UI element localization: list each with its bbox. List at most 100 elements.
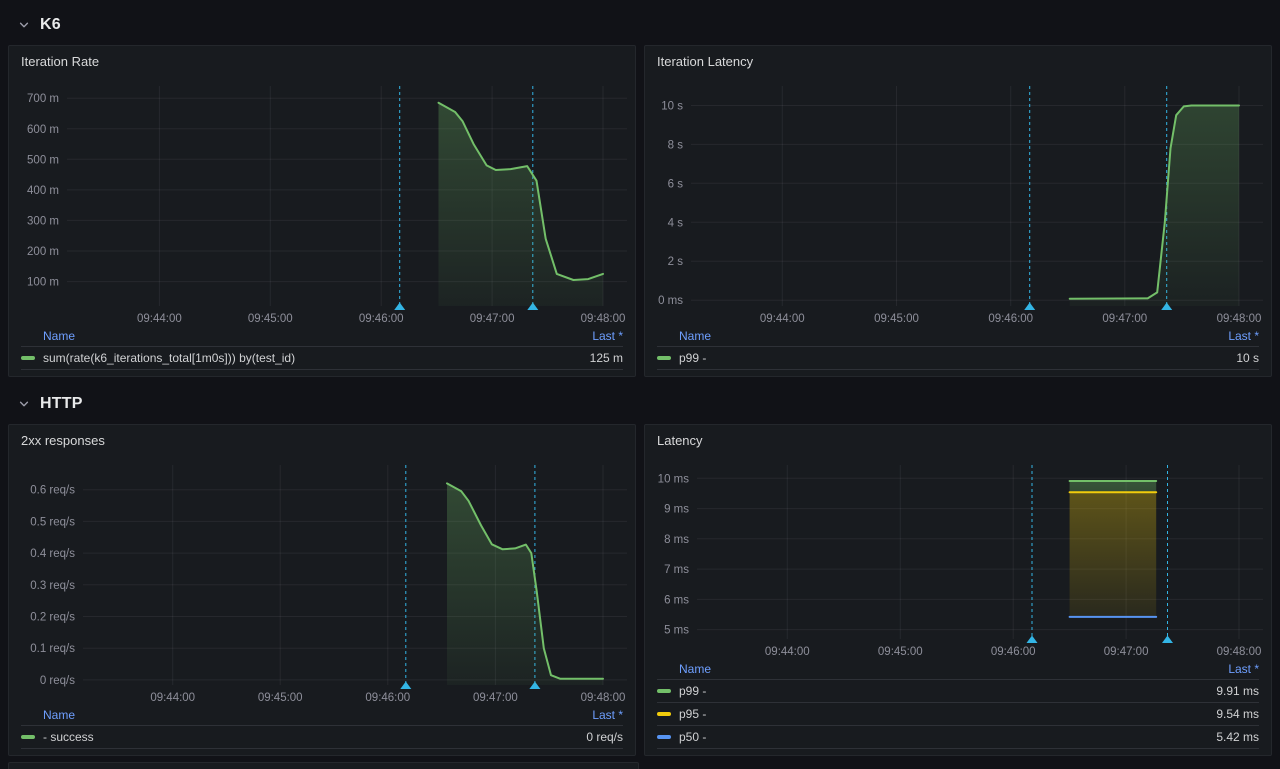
svg-text:2 s: 2 s bbox=[668, 256, 684, 268]
legend-row[interactable]: - success 0 req/s bbox=[21, 725, 623, 748]
svg-text:09:48:00: 09:48:00 bbox=[581, 313, 626, 325]
legend-name-header[interactable]: Name bbox=[43, 329, 75, 343]
series-last-value: 9.54 ms bbox=[1216, 707, 1259, 721]
svg-text:09:48:00: 09:48:00 bbox=[581, 692, 626, 704]
legend-last-header[interactable]: Last * bbox=[1228, 329, 1259, 343]
svg-text:500 m: 500 m bbox=[27, 154, 59, 166]
svg-text:09:44:00: 09:44:00 bbox=[137, 313, 182, 325]
legend: Name Last * p99 - 9.91 ms p95 - 9.54 ms bbox=[645, 661, 1271, 755]
svg-text:5 ms: 5 ms bbox=[664, 625, 689, 637]
svg-text:300 m: 300 m bbox=[27, 215, 59, 227]
svg-text:8 s: 8 s bbox=[668, 139, 684, 151]
svg-text:600 m: 600 m bbox=[27, 124, 59, 136]
svg-text:0.5 req/s: 0.5 req/s bbox=[30, 516, 75, 528]
svg-text:09:44:00: 09:44:00 bbox=[760, 313, 805, 325]
chart-canvas[interactable]: 10 ms 9 ms 8 ms 7 ms 6 ms 5 ms 09:44:00 09:45:0… bbox=[645, 455, 1271, 661]
series-name: p95 - bbox=[679, 707, 706, 721]
svg-text:9 ms: 9 ms bbox=[664, 504, 689, 516]
svg-text:100 m: 100 m bbox=[27, 277, 59, 289]
legend-last-header[interactable]: Last * bbox=[592, 329, 623, 343]
legend: Name Last * p99 - 10 s bbox=[645, 328, 1271, 376]
legend-name-header[interactable]: Name bbox=[679, 662, 711, 676]
svg-text:0.2 req/s: 0.2 req/s bbox=[30, 612, 75, 624]
series-last-value: 125 m bbox=[590, 351, 623, 365]
svg-text:09:47:00: 09:47:00 bbox=[1104, 646, 1149, 658]
svg-text:10 ms: 10 ms bbox=[658, 473, 690, 485]
legend-last-header[interactable]: Last * bbox=[592, 708, 623, 722]
svg-text:0.4 req/s: 0.4 req/s bbox=[30, 548, 75, 560]
legend-row[interactable]: p95 - 9.54 ms bbox=[657, 702, 1259, 725]
row-header-http[interactable]: HTTP bbox=[8, 389, 1272, 419]
series-last-value: 9.91 ms bbox=[1216, 684, 1259, 698]
series-name: p99 - bbox=[679, 351, 706, 365]
series-last-value: 10 s bbox=[1236, 351, 1259, 365]
svg-text:09:47:00: 09:47:00 bbox=[470, 313, 515, 325]
svg-text:09:48:00: 09:48:00 bbox=[1217, 646, 1262, 658]
section-title: K6 bbox=[40, 16, 61, 34]
panel-title[interactable]: 2xx responses bbox=[9, 425, 635, 455]
chevron-down-icon bbox=[18, 19, 30, 31]
panel-title[interactable]: Latency bbox=[645, 425, 1271, 455]
svg-text:09:46:00: 09:46:00 bbox=[991, 646, 1036, 658]
svg-text:0.6 req/s: 0.6 req/s bbox=[30, 485, 75, 497]
series-color-swatch bbox=[657, 735, 671, 739]
svg-text:200 m: 200 m bbox=[27, 246, 59, 258]
svg-text:09:45:00: 09:45:00 bbox=[258, 692, 303, 704]
series-name: - success bbox=[43, 730, 94, 744]
svg-text:7 ms: 7 ms bbox=[664, 564, 689, 576]
panel-iteration-latency: Iteration Latency 10 s 8 s 6 s 4 s 2 s 0 ms 09… bbox=[644, 45, 1272, 377]
series-color-swatch bbox=[657, 689, 671, 693]
section-title: HTTP bbox=[40, 395, 83, 413]
svg-text:0 ms: 0 ms bbox=[658, 295, 683, 307]
panel-latency: Latency 10 ms 9 ms 8 ms 7 ms 6 ms 5 ms 09:44:0… bbox=[644, 424, 1272, 756]
legend: Name Last * sum(rate(k6_iterations_total… bbox=[9, 328, 635, 376]
chevron-down-icon bbox=[18, 398, 30, 410]
series-name: sum(rate(k6_iterations_total[1m0s])) by(… bbox=[43, 351, 295, 365]
series-last-value: 5.42 ms bbox=[1216, 730, 1259, 744]
series-color-swatch bbox=[657, 712, 671, 716]
row-header-k6[interactable]: K6 bbox=[8, 10, 1272, 40]
legend-name-header[interactable]: Name bbox=[679, 329, 711, 343]
series-color-swatch bbox=[21, 356, 35, 360]
svg-text:0.1 req/s: 0.1 req/s bbox=[30, 643, 75, 655]
svg-text:09:46:00: 09:46:00 bbox=[365, 692, 410, 704]
svg-text:400 m: 400 m bbox=[27, 185, 59, 197]
chart-canvas[interactable]: 0.6 req/s 0.5 req/s 0.4 req/s 0.3 req/s 0.2 … bbox=[9, 455, 635, 707]
partial-next-panel bbox=[8, 762, 639, 769]
chart-canvas[interactable]: 10 s 8 s 6 s 4 s 2 s 0 ms 09:44:00 09:45:00 09:4… bbox=[645, 76, 1271, 328]
svg-text:10 s: 10 s bbox=[661, 101, 683, 113]
series-color-swatch bbox=[657, 356, 671, 360]
chart-canvas[interactable]: 700 m 600 m 500 m 400 m 300 m 200 m 100 m 09:44… bbox=[9, 76, 635, 328]
legend: Name Last * - success 0 req/s bbox=[9, 707, 635, 755]
series-name: p50 - bbox=[679, 730, 706, 744]
legend-last-header[interactable]: Last * bbox=[1228, 662, 1259, 676]
svg-text:6 ms: 6 ms bbox=[664, 594, 689, 606]
svg-text:0.3 req/s: 0.3 req/s bbox=[30, 580, 75, 592]
dashboard: K6 Iteration Rate 700 m 600 m 500 m 400 m 30… bbox=[0, 0, 1280, 756]
svg-text:700 m: 700 m bbox=[27, 93, 59, 105]
svg-text:4 s: 4 s bbox=[668, 217, 684, 229]
svg-text:6 s: 6 s bbox=[668, 178, 684, 190]
svg-text:09:45:00: 09:45:00 bbox=[248, 313, 293, 325]
panel-iteration-rate: Iteration Rate 700 m 600 m 500 m 400 m 300 m… bbox=[8, 45, 636, 377]
series-color-swatch bbox=[21, 735, 35, 739]
svg-text:09:46:00: 09:46:00 bbox=[359, 313, 404, 325]
panel-title[interactable]: Iteration Latency bbox=[645, 46, 1271, 76]
legend-row[interactable]: p99 - 9.91 ms bbox=[657, 679, 1259, 702]
svg-text:09:46:00: 09:46:00 bbox=[988, 313, 1033, 325]
panel-title[interactable]: Iteration Rate bbox=[9, 46, 635, 76]
svg-text:09:47:00: 09:47:00 bbox=[1102, 313, 1147, 325]
legend-row[interactable]: sum(rate(k6_iterations_total[1m0s])) by(… bbox=[21, 346, 623, 369]
svg-text:09:48:00: 09:48:00 bbox=[1217, 313, 1262, 325]
svg-text:0 req/s: 0 req/s bbox=[40, 675, 75, 687]
svg-text:09:45:00: 09:45:00 bbox=[878, 646, 923, 658]
svg-text:09:44:00: 09:44:00 bbox=[765, 646, 810, 658]
svg-text:09:45:00: 09:45:00 bbox=[874, 313, 919, 325]
svg-text:8 ms: 8 ms bbox=[664, 534, 689, 546]
series-last-value: 0 req/s bbox=[586, 730, 623, 744]
svg-text:09:47:00: 09:47:00 bbox=[473, 692, 518, 704]
legend-row[interactable]: p50 - 5.42 ms bbox=[657, 725, 1259, 748]
panel-2xx-responses: 2xx responses 0.6 req/s 0.5 req/s 0.4 req/… bbox=[8, 424, 636, 756]
legend-name-header[interactable]: Name bbox=[43, 708, 75, 722]
legend-row[interactable]: p99 - 10 s bbox=[657, 346, 1259, 369]
